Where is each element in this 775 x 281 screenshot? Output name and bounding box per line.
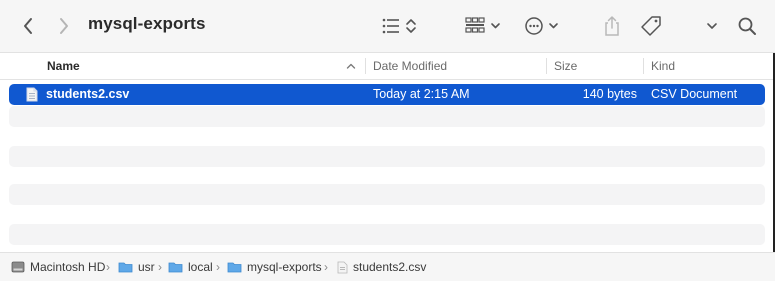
column-name-header[interactable]: Name [47,53,80,79]
column-divider[interactable] [365,58,366,74]
path-separator: › [216,260,220,274]
empty-row [9,224,765,245]
folder-icon [227,262,242,273]
empty-row [9,184,765,205]
grid-group-icon [465,17,500,33]
path-item-mysql-exports[interactable]: mysql-exports [227,253,322,281]
empty-row [9,146,765,167]
column-header: Name Date Modified Size Kind [0,53,775,80]
path-separator: › [158,260,162,274]
file-name: students2.csv [46,87,130,101]
sort-ascending-icon [346,63,356,69]
share-icon [605,16,619,36]
column-divider[interactable] [546,58,547,74]
path-label: mysql-exports [247,260,322,274]
file-size: 140 bytes [582,87,637,101]
column-size-header[interactable]: Size [554,53,577,79]
path-bar: Macintosh HD › usr › local › mysql-expor… [0,252,775,281]
path-item-students2[interactable]: students2.csv [337,253,426,281]
chevron-right-icon [60,18,68,34]
tag-icon [641,16,661,36]
path-separator: › [324,260,328,274]
search-button[interactable] [735,12,759,40]
path-label: usr [138,260,155,274]
toolbar: mysql-exports [0,0,775,53]
chevron-left-icon [24,18,32,34]
share-button[interactable] [600,12,624,40]
more-toolbar-button[interactable] [702,12,722,40]
column-kind-header[interactable]: Kind [651,53,675,79]
group-button[interactable] [462,12,504,40]
chevron-down-icon [707,23,717,29]
disk-icon [11,261,25,273]
file-date: Today at 2:15 AM [373,87,470,101]
empty-row [9,106,765,127]
path-item-macintosh-hd[interactable]: Macintosh HD [11,253,105,281]
column-divider[interactable] [643,58,644,74]
finder-window: mysql-exports Name Date Modified Size Ki… [0,0,775,281]
path-label: local [188,260,213,274]
path-item-usr[interactable]: usr [118,253,155,281]
ellipsis-circle-icon [525,17,558,35]
path-label: students2.csv [353,260,427,274]
back-button[interactable] [16,12,40,40]
view-list-button[interactable] [378,12,420,40]
action-menu-button[interactable] [522,12,562,40]
folder-icon [118,262,133,273]
search-icon [738,17,756,35]
path-label: Macintosh HD [30,260,106,274]
file-row-students2[interactable]: students2.csv Today at 2:15 AM 140 bytes… [9,84,765,105]
path-item-local[interactable]: local [168,253,213,281]
window-title: mysql-exports [88,14,206,33]
path-separator: › [106,260,110,274]
forward-button[interactable] [52,12,76,40]
tags-button[interactable] [638,12,664,40]
file-kind: CSV Document [651,87,738,101]
list-view-icon [382,18,416,34]
document-icon [337,261,348,273]
column-date-header[interactable]: Date Modified [373,53,447,79]
folder-icon [168,262,183,273]
document-icon [26,87,38,102]
